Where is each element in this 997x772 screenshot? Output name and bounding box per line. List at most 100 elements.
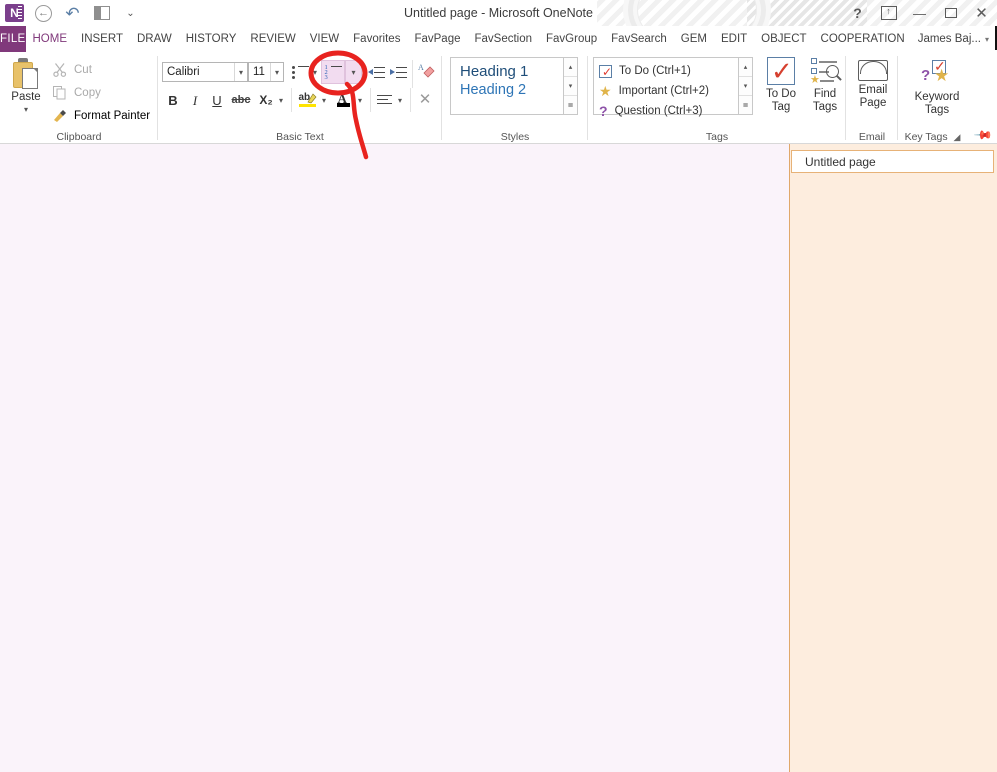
tab-favsection[interactable]: FavSection xyxy=(467,26,539,52)
font-color-dropdown-button[interactable]: ▾ xyxy=(354,90,366,110)
keyword-tags-button[interactable]: ✓ ? ★ Keyword Tags xyxy=(906,58,968,117)
to-do-tag-button[interactable]: ✓ To Do Tag xyxy=(758,57,804,114)
customize-quick-access-toolbar-button[interactable]: ⌄ xyxy=(116,0,145,26)
text-highlight-color-button[interactable]: ab xyxy=(296,88,318,110)
close-button[interactable]: ✕ xyxy=(966,0,997,26)
highlight-dropdown-button[interactable]: ▾ xyxy=(318,90,330,110)
subscript-button[interactable]: X₂ xyxy=(256,90,276,110)
cut-button[interactable]: Cut xyxy=(52,60,92,80)
font-size-combo[interactable]: 11 ▾ xyxy=(248,62,284,82)
page-tab-untitled[interactable]: Untitled page xyxy=(791,150,994,173)
tab-draw[interactable]: DRAW xyxy=(130,26,179,52)
keyword-tags-label-line2: Tags xyxy=(924,104,950,116)
style-item-heading1[interactable]: Heading 1 xyxy=(454,62,577,81)
font-color-icon: A xyxy=(335,91,352,107)
increase-indent-button[interactable] xyxy=(388,62,408,82)
format-eraser-icon: A xyxy=(418,63,435,78)
tags-more-button[interactable]: ≣ xyxy=(739,96,752,114)
clear-all-formatting-button[interactable]: A xyxy=(416,60,438,82)
pin-ribbon-button[interactable]: 📌 xyxy=(973,125,993,145)
tags-gallery-scrollbar[interactable]: ▴ ▾ ≣ xyxy=(738,58,752,114)
style-item-heading2[interactable]: Heading 2 xyxy=(454,81,577,99)
ribbon-tab-bar: FILE HOME INSERT DRAW HISTORY REVIEW VIE… xyxy=(0,26,997,52)
tag-item-question[interactable]: ? Question (Ctrl+3) xyxy=(594,101,752,121)
ribbon-display-options-button[interactable]: ↑ xyxy=(873,0,904,26)
page-canvas[interactable] xyxy=(0,144,789,772)
font-color-button[interactable]: A xyxy=(332,88,354,110)
font-name-combo[interactable]: Calibri ▾ xyxy=(162,62,248,82)
tab-file[interactable]: FILE xyxy=(0,26,26,52)
tab-history[interactable]: HISTORY xyxy=(179,26,244,52)
undo-button[interactable]: ↶ xyxy=(58,0,87,26)
chevron-down-icon: ▾ xyxy=(397,95,402,105)
strikethrough-button[interactable]: abc xyxy=(229,90,253,110)
chevron-down-icon: ▾ xyxy=(270,63,283,81)
chevron-down-icon: ▾ xyxy=(312,67,317,77)
undo-icon: ↶ xyxy=(65,3,80,23)
tab-favgroup[interactable]: FavGroup xyxy=(539,26,604,52)
title-bar: N ← ↶ ⌄ Untitled page - Microsoft OneNot… xyxy=(0,0,997,26)
decrease-indent-button[interactable] xyxy=(366,62,386,82)
dialog-box-launcher[interactable]: ◢ xyxy=(954,132,961,142)
tab-object[interactable]: OBJECT xyxy=(754,26,813,52)
text-alignment-button[interactable] xyxy=(374,90,394,110)
tags-scroll-down-button[interactable]: ▾ xyxy=(739,77,752,96)
tab-cooperation[interactable]: COOPERATION xyxy=(814,26,912,52)
styles-more-button[interactable]: ≣ xyxy=(564,96,577,114)
quick-access-toolbar: N ← ↶ ⌄ xyxy=(0,0,145,26)
page-tabs-sidebar: Untitled page xyxy=(789,144,997,772)
email-page-button[interactable]: Email Page xyxy=(851,60,895,110)
numbering-button[interactable]: 1 2 3 xyxy=(321,60,345,84)
styles-gallery-scrollbar[interactable]: ▴ ▾ ≣ xyxy=(563,58,577,114)
subscript-dropdown-button[interactable]: ▾ xyxy=(275,90,287,110)
format-painter-button[interactable]: Format Painter xyxy=(52,106,150,126)
help-button[interactable]: ? xyxy=(842,0,873,26)
keyword-tags-label-line1: Keyword xyxy=(914,91,960,103)
styles-scroll-down-button[interactable]: ▾ xyxy=(564,77,577,96)
tag-item-important[interactable]: ★ Important (Ctrl+2) xyxy=(594,81,752,101)
italic-button[interactable]: I xyxy=(186,90,204,110)
user-account-button[interactable]: James Baj... ▾ xyxy=(912,26,995,52)
maximize-restore-button[interactable] xyxy=(935,0,966,26)
copy-button[interactable]: Copy xyxy=(52,83,101,103)
font-name-value: Calibri xyxy=(167,66,200,78)
bullets-button[interactable] xyxy=(290,62,310,82)
back-icon: ← xyxy=(35,4,52,22)
ribbon-display-icon: ↑ xyxy=(880,6,897,20)
chevron-down-icon: ▾ xyxy=(278,95,283,105)
clear-formatting-button[interactable]: ✕ xyxy=(414,88,436,110)
svg-text:A: A xyxy=(418,63,424,72)
question-mark-icon: ? xyxy=(599,103,608,119)
onenote-logo-icon: N xyxy=(0,0,29,26)
tab-review[interactable]: REVIEW xyxy=(243,26,302,52)
tab-insert[interactable]: INSERT xyxy=(74,26,130,52)
minimize-button[interactable]: — xyxy=(904,0,935,26)
paste-button[interactable]: Paste ▾ xyxy=(6,56,46,124)
bullets-dropdown-button[interactable]: ▾ xyxy=(310,62,320,82)
tags-gallery[interactable]: ✓ To Do (Ctrl+1) ★ Important (Ctrl+2) ? … xyxy=(593,57,753,118)
tab-favsearch[interactable]: FavSearch xyxy=(604,26,674,52)
tab-view[interactable]: VIEW xyxy=(303,26,346,52)
tab-home[interactable]: HOME xyxy=(26,26,75,52)
underline-button[interactable]: U xyxy=(208,90,226,110)
bold-button[interactable]: B xyxy=(164,90,182,110)
dock-to-desktop-button[interactable] xyxy=(87,0,116,26)
back-button[interactable]: ← xyxy=(29,0,58,26)
increase-indent-icon xyxy=(389,66,407,79)
strikethrough-label: abc xyxy=(231,94,251,106)
tab-favpage[interactable]: FavPage xyxy=(407,26,467,52)
tab-edit[interactable]: EDIT xyxy=(714,26,754,52)
find-tags-button[interactable]: ★ Find Tags xyxy=(804,57,846,114)
copy-icon xyxy=(52,85,68,101)
numbering-dropdown-button[interactable]: ▾ xyxy=(345,60,362,84)
alignment-dropdown-button[interactable]: ▾ xyxy=(394,90,406,110)
styles-scroll-up-button[interactable]: ▴ xyxy=(564,58,577,77)
styles-gallery[interactable]: Heading 1 Heading 2 ▴ ▾ ≣ xyxy=(450,57,578,115)
tab-gem[interactable]: GEM xyxy=(674,26,714,52)
tags-scroll-up-button[interactable]: ▴ xyxy=(739,58,752,77)
find-tags-label-line1: Find xyxy=(813,88,837,100)
tab-favorites[interactable]: Favorites xyxy=(346,26,407,52)
to-do-tag-label-line2: Tag xyxy=(771,101,791,113)
tag-item-todo[interactable]: ✓ To Do (Ctrl+1) xyxy=(594,61,752,81)
bold-label: B xyxy=(168,92,178,108)
